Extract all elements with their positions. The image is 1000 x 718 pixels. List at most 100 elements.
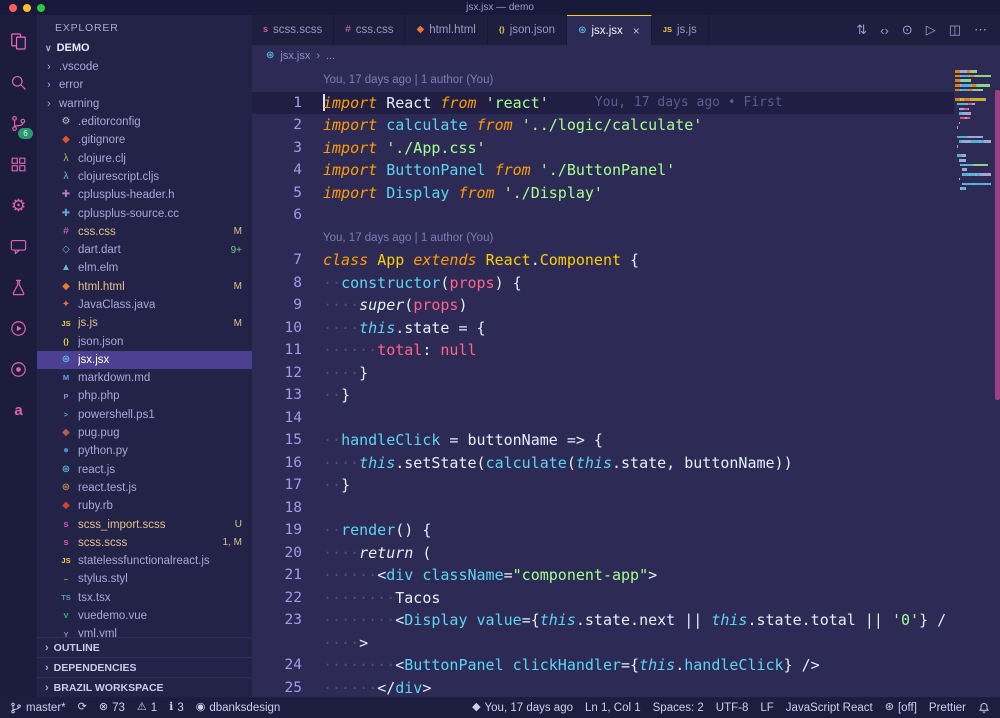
tree-file-html.html[interactable]: ◆html.htmlM [37,278,252,296]
code-line[interactable]: 2import calculate from '../logic/calcula… [252,114,954,137]
split-editor-icon[interactable]: ◫ [949,22,961,38]
tree-file-pug.pug[interactable]: ◆pug.pug [37,424,252,442]
chat-icon[interactable] [0,226,37,267]
tree-file-react.test.js[interactable]: ⊛react.test.js [37,479,252,497]
search-icon[interactable] [0,62,37,103]
eol-status[interactable]: LF [760,702,773,714]
tree-file-JavaClass.java[interactable]: ✦JavaClass.java [37,296,252,314]
minimize-window-button[interactable] [23,4,31,12]
tree-file-statelessfunctionalreact.js[interactable]: JSstatelessfunctionalreact.js [37,552,252,570]
more-actions-icon[interactable]: ⋯ [974,22,987,38]
run-file-icon[interactable]: ▷ [926,22,936,38]
info-status[interactable]: ℹ3 [169,702,184,714]
close-icon[interactable]: × [633,24,640,38]
tree-file-python.py[interactable]: ●python.py [37,442,252,460]
zoom-window-button[interactable] [37,4,45,12]
code-line[interactable]: 7class App extends React.Component { [252,249,954,272]
code-line[interactable]: 12····} [252,362,954,385]
sync-status[interactable]: ⟳ [78,702,87,713]
settings-gear-icon[interactable]: ⚙ [0,185,37,226]
tab-html.html[interactable]: ◆html.html [405,15,487,45]
tab-jsx.jsx[interactable]: ⊛jsx.jsx× [567,15,652,45]
git-branch-status[interactable]: master* [10,702,66,714]
tree-file-scss.scss[interactable]: Sscss.scss1, M [37,534,252,552]
tree-folder-warning[interactable]: ›warning [37,95,252,113]
tree-file-php.php[interactable]: Pphp.php [37,387,252,405]
tree-file-clojure.clj[interactable]: λclojure.clj [37,149,252,167]
section-brazil-workspace[interactable]: › BRAZIL WORKSPACE [37,677,252,697]
goto-symbol-icon[interactable]: ⊙ [902,22,913,38]
tree-file-cplusplus-header.h[interactable]: ✚cplusplus-header.h [37,186,252,204]
tree-file-ruby.rb[interactable]: ◆ruby.rb [37,497,252,515]
code-line[interactable]: 25······</div> [252,677,954,698]
tree-folder-error[interactable]: ›error [37,76,252,94]
cursor-position-status[interactable]: Ln 1, Col 1 [585,702,641,714]
close-window-button[interactable] [9,4,17,12]
section-outline[interactable]: › OUTLINE [37,637,252,657]
tree-file-elm.elm[interactable]: ▲elm.elm [37,259,252,277]
beaker-icon[interactable] [0,267,37,308]
code-line[interactable]: ····> [252,632,954,655]
errors-status[interactable]: ⊗73 [99,702,125,714]
react-off-status[interactable]: ⊛[off] [885,702,917,714]
tab-css.css[interactable]: #css.css [334,15,405,45]
tree-file-markdown.md[interactable]: Mmarkdown.md [37,369,252,387]
tree-file-tsx.tsx[interactable]: TStsx.tsx [37,589,252,607]
code-line[interactable]: 8··constructor(props) { [252,272,954,295]
prettier-status[interactable]: Prettier [929,702,966,714]
code-line[interactable]: 1import React from 'react'You, 17 days a… [252,92,954,115]
scrollbar-thumb[interactable] [995,90,1000,400]
code-line[interactable]: 22········Tacos [252,587,954,610]
notifications-bell-icon[interactable] [978,702,990,714]
gitlens-blame-status[interactable]: ◆You, 17 days ago [472,702,573,714]
warnings-status[interactable]: ⚠1 [137,702,157,714]
code-line[interactable]: 9····super(props) [252,294,954,317]
tab-json.json[interactable]: {}json.json [488,15,567,45]
code-line[interactable]: 11······total: null [252,339,954,362]
tab-scss.scss[interactable]: Sscss.scss [252,15,334,45]
code-line[interactable]: 15··handleClick = buttonName => { [252,429,954,452]
code-line[interactable]: 10····this.state = { [252,317,954,340]
record-icon[interactable] [0,349,37,390]
tree-file-.gitignore[interactable]: ◆.gitignore [37,131,252,149]
code-line[interactable]: 3import './App.css' [252,137,954,160]
breadcrumb-file[interactable]: jsx.jsx [280,50,310,62]
editor[interactable]: You, 17 days ago | 1 author (You)1import… [252,66,1000,697]
workspace-section-demo[interactable]: ∨ DEMO [37,38,252,58]
code-line[interactable]: 20····return ( [252,542,954,565]
code-line[interactable]: 14 [252,407,954,430]
codelens-line[interactable]: You, 17 days ago | 1 author (You) [252,69,954,92]
language-mode-status[interactable]: JavaScript React [786,702,873,714]
tree-file-jsx.jsx[interactable]: ⊛jsx.jsx [37,351,252,369]
open-changes-icon[interactable]: ‹› [880,23,889,38]
code-line[interactable]: 17··} [252,474,954,497]
account-status[interactable]: ◉dbanksdesign [196,702,281,714]
encoding-status[interactable]: UTF-8 [716,702,749,714]
indentation-status[interactable]: Spaces: 2 [653,702,704,714]
tree-file-css.css[interactable]: #css.cssM [37,223,252,241]
tree-file-js.js[interactable]: JSjs.jsM [37,314,252,332]
tree-file-scss_import.scss[interactable]: Sscss_import.scssU [37,515,252,533]
section-dependencies[interactable]: › DEPENDENCIES [37,657,252,677]
breadcrumb[interactable]: ⊛ jsx.jsx › ... [252,45,1000,66]
code-line[interactable]: 13··} [252,384,954,407]
code-line[interactable]: 4import ButtonPanel from './ButtonPanel' [252,159,954,182]
tree-file-yml.yml[interactable]: Yyml.yml [37,625,252,637]
codelens-line[interactable]: You, 17 days ago | 1 author (You) [252,227,954,250]
code-line[interactable]: 24········<ButtonPanel clickHandler={thi… [252,654,954,677]
amazon-icon[interactable]: a [0,390,37,431]
source-control-icon[interactable]: 6 [0,103,37,144]
tab-js.js[interactable]: JSjs.js [652,15,709,45]
tree-folder-.vscode[interactable]: ›.vscode [37,58,252,76]
code-line[interactable]: 21······<div className="component-app"> [252,564,954,587]
tree-file-react.js[interactable]: ⊛react.js [37,461,252,479]
tree-file-clojurescript.cljs[interactable]: λclojurescript.cljs [37,168,252,186]
tree-file-json.json[interactable]: {}json.json [37,332,252,350]
tree-file-powershell.ps1[interactable]: >powershell.ps1 [37,406,252,424]
code-line[interactable]: 18 [252,497,954,520]
tree-file-vuedemo.vue[interactable]: Vvuedemo.vue [37,607,252,625]
explorer-icon[interactable] [0,21,37,62]
breadcrumb-more[interactable]: ... [326,50,335,62]
tree-file-cplusplus-source.cc[interactable]: ✚cplusplus-source.cc [37,204,252,222]
code-line[interactable]: 5import Display from './Display' [252,182,954,205]
